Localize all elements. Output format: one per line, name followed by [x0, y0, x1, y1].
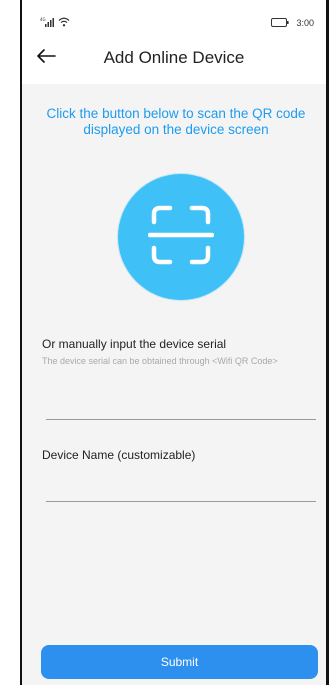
status-bar: 4G 3:00 — [22, 0, 326, 36]
device-name-input[interactable] — [46, 476, 316, 502]
status-bar-right: 3:00 — [271, 14, 314, 32]
page-title: Add Online Device — [103, 48, 245, 67]
app-screen: 4G 3:00 Add Online Device Click the butt… — [22, 0, 326, 685]
svg-text:4G: 4G — [40, 17, 46, 22]
app-header: Add Online Device — [22, 36, 326, 84]
status-bar-left: 4G — [40, 14, 70, 32]
signal-icon: 4G — [40, 14, 54, 32]
qr-scan-icon — [147, 204, 215, 271]
submit-button[interactable]: Submit — [41, 645, 318, 679]
wifi-icon — [58, 14, 70, 32]
scan-instruction: Click the button below to scan the QR co… — [46, 106, 306, 137]
serial-label: Or manually input the device serial — [42, 337, 227, 351]
serial-input[interactable] — [46, 394, 316, 420]
serial-hint: The device serial can be obtained throug… — [42, 356, 278, 366]
device-name-label: Device Name (customizable) — [42, 448, 196, 462]
scan-qr-button[interactable] — [118, 174, 244, 300]
battery-icon — [271, 14, 290, 32]
status-time: 3:00 — [296, 18, 314, 28]
